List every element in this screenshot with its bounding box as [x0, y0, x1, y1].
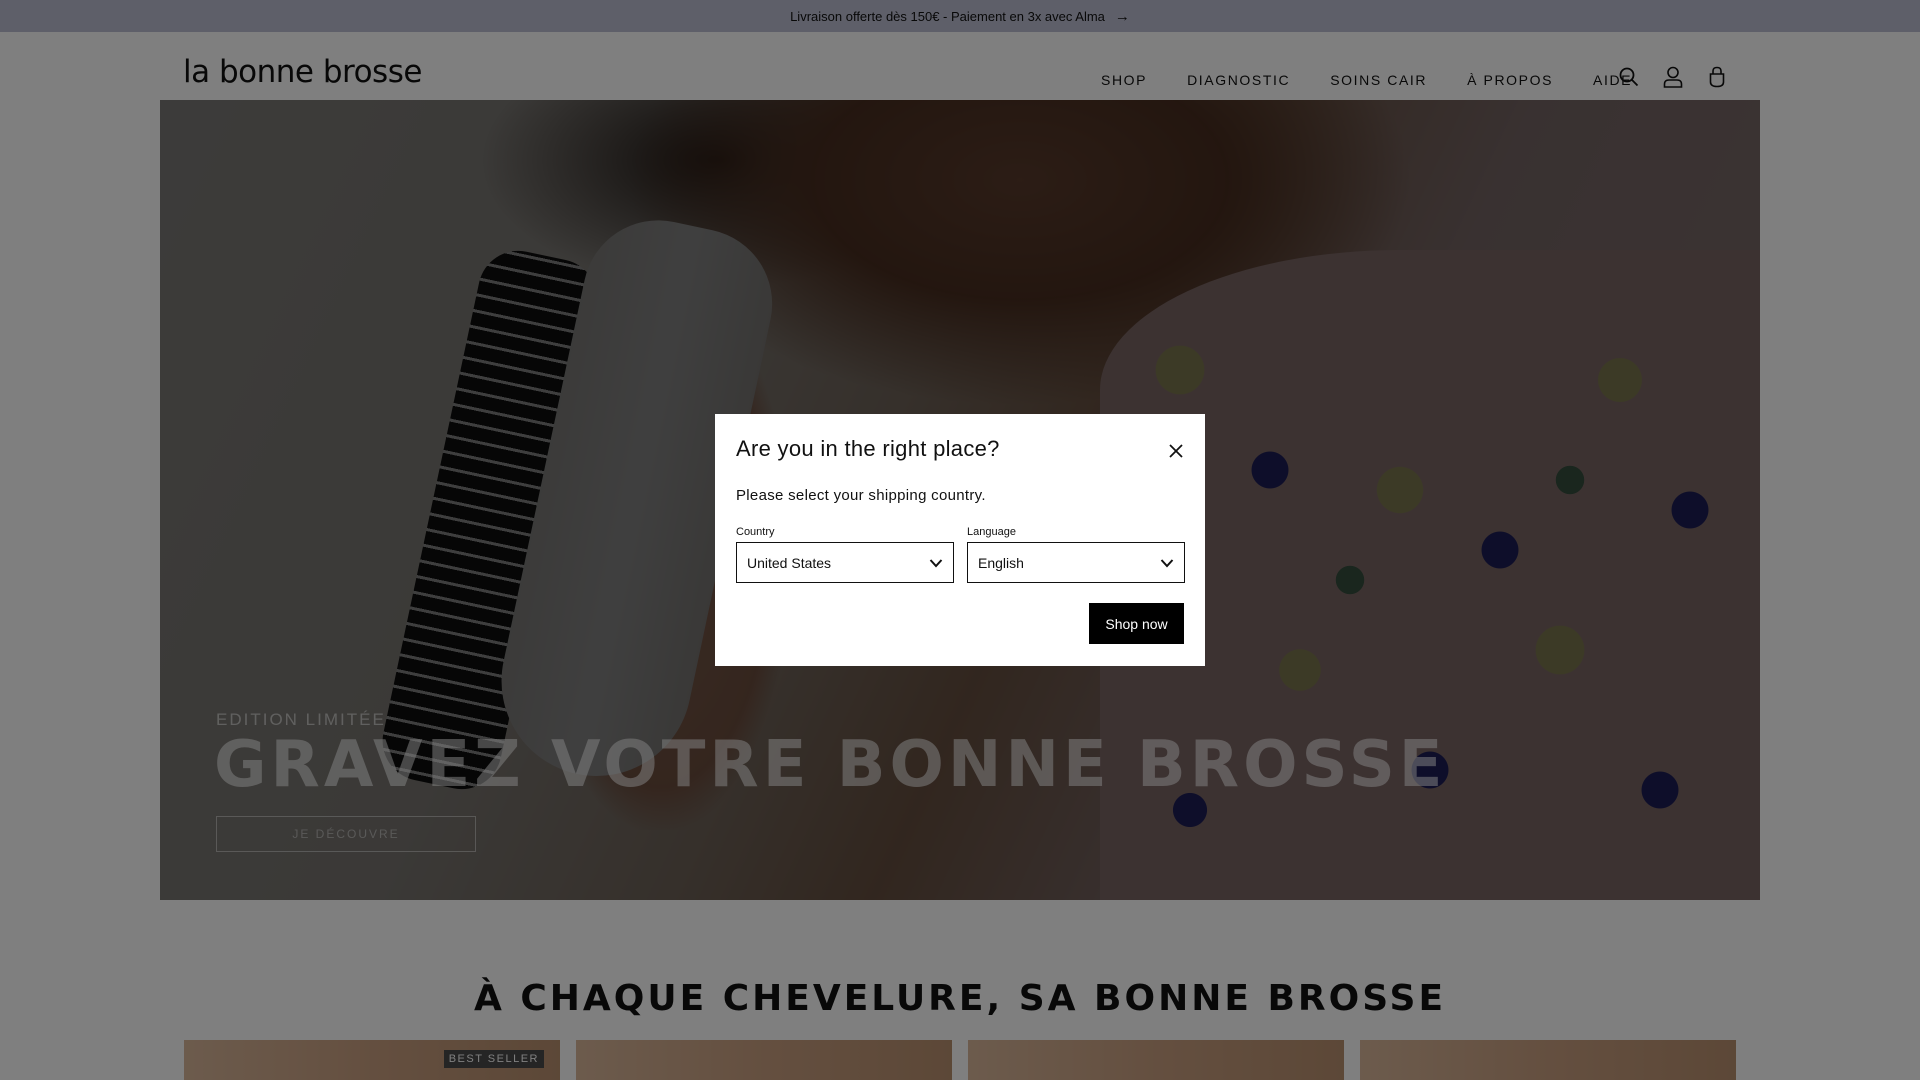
country-selector-modal: Are you in the right place? Please selec… [715, 414, 1205, 666]
language-label: Language [967, 526, 1016, 538]
close-icon[interactable] [1167, 442, 1185, 460]
shop-now-button[interactable]: Shop now [1089, 603, 1184, 644]
language-field: Language English [967, 526, 1185, 583]
language-value: English [978, 554, 1024, 571]
country-label: Country [736, 526, 775, 538]
modal-title: Are you in the right place? [736, 436, 1000, 461]
chevron-down-icon [929, 555, 943, 571]
modal-subtitle: Please select your shipping country. [736, 487, 986, 504]
chevron-down-icon [1160, 555, 1174, 571]
country-select[interactable]: United States [736, 542, 954, 583]
country-field: Country United States [736, 526, 954, 583]
language-select[interactable]: English [967, 542, 1185, 583]
country-value: United States [747, 554, 832, 571]
